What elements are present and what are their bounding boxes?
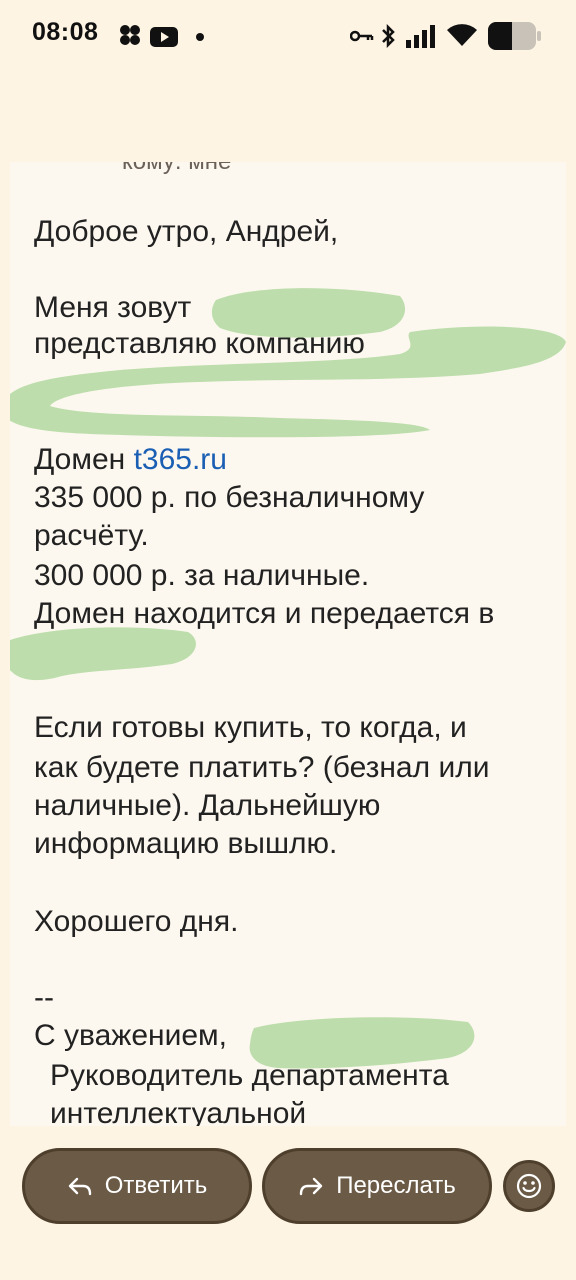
signature-line: интеллектуальной: [50, 1097, 307, 1127]
reply-button[interactable]: Ответить: [22, 1148, 252, 1224]
body-line: Если готовы купить, то когда, и: [34, 711, 467, 744]
body-line: расчёту.: [34, 519, 149, 552]
body-line: как будете платить? (безнал или: [34, 751, 490, 784]
closing-line: Хорошего дня.: [34, 905, 239, 938]
reply-icon: [68, 1177, 91, 1196]
status-clock: 08:08: [32, 18, 99, 46]
youtube-icon: [150, 27, 178, 47]
smiley-icon: [516, 1173, 542, 1199]
reply-label: Ответить: [104, 1172, 208, 1199]
body-line: информацию вышлю.: [34, 827, 338, 860]
greeting-line: Доброе утро, Андрей,: [34, 215, 339, 248]
notification-dot-icon: [196, 33, 204, 41]
body-line: 335 000 р. по безналичному: [34, 481, 425, 514]
redaction-mark: [10, 627, 196, 681]
domain-line: Домен t365.ru: [34, 444, 227, 476]
domain-label: Домен: [34, 443, 134, 476]
battery-icon: [488, 22, 541, 50]
recipient-header: кому: мне: [122, 162, 231, 178]
signal-icon: [406, 25, 435, 48]
key-icon: [350, 30, 374, 42]
body-line: наличные). Дальнейшую: [34, 789, 381, 822]
redaction-mark: [10, 326, 566, 438]
bluetooth-icon: [382, 24, 395, 48]
signature-separator: --: [34, 981, 54, 1014]
signature-line: С уважением,: [34, 1019, 228, 1052]
body-line: Меня зовут: [34, 291, 192, 324]
body-line: 300 000 р. за наличные.: [34, 559, 370, 592]
message-body: кому: мне Доброе утро, Андрей, Меня зову…: [10, 162, 566, 1126]
forward-label: Переслать: [336, 1172, 456, 1199]
app-cluster-icon: [120, 25, 140, 45]
emoji-reaction-button[interactable]: [503, 1160, 555, 1212]
domain-link[interactable]: t365.ru: [134, 443, 227, 476]
forward-button[interactable]: Переслать: [262, 1148, 492, 1224]
wifi-icon: [447, 24, 477, 46]
redaction-mark: [249, 1017, 475, 1069]
forward-icon: [299, 1177, 323, 1196]
status-bar: 08:08: [0, 0, 576, 72]
email-toolbar: [0, 72, 576, 202]
